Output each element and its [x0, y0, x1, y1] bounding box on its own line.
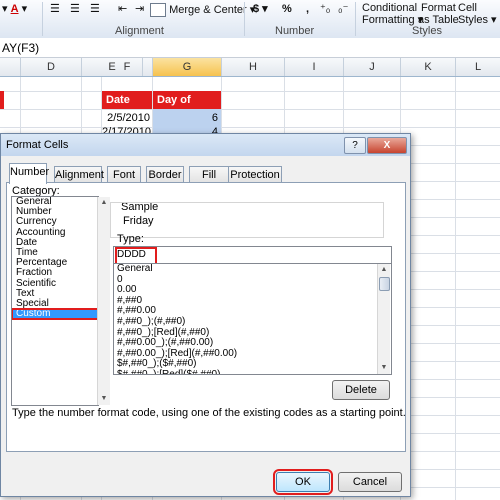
date-header-cell[interactable]: Date [102, 91, 152, 109]
formula-bar[interactable]: AY(F3) [0, 38, 500, 58]
close-button[interactable]: X [367, 137, 407, 154]
column-header-l[interactable]: L [456, 58, 500, 76]
cell-styles-line2: Styles [458, 14, 488, 26]
tab-number[interactable]: Number [9, 163, 49, 184]
column-headers: D E F G H I J K L [0, 58, 500, 77]
dialog-title-bar[interactable]: Format Cells ? X [1, 134, 410, 156]
partial-red-cell [0, 91, 4, 109]
category-item[interactable]: Custom [12, 308, 98, 321]
grid-row-line [0, 127, 500, 128]
ribbon: ▾ A ▾ ☰ ☰ ☰ ⇤ ⇥ Merge & Center ▾ Alignme… [0, 0, 500, 39]
format-code-item[interactable]: $#,##0_);[Red]($#,##0) [114, 369, 391, 374]
percent-button[interactable]: % [282, 3, 292, 15]
format-as-table-button[interactable]: Format as Table [418, 2, 459, 26]
format-cells-dialog: Format Cells ? X Number Alignment Font B… [0, 133, 411, 497]
category-scrollbar[interactable]: ▲ ▼ [97, 197, 110, 405]
currency-button[interactable]: $ ▾ [253, 3, 268, 15]
sample-value: Friday [123, 215, 154, 227]
day-of-week-header-cell[interactable]: Day of Week [153, 91, 221, 124]
scroll-down-icon[interactable]: ▼ [98, 393, 110, 405]
comma-button[interactable]: , [306, 3, 309, 15]
increase-decimal-icon[interactable]: ⁺₀ [320, 3, 330, 15]
type-input-value: DDDD [117, 249, 146, 260]
column-header-stub [0, 58, 21, 76]
alignment-group-label: Alignment [115, 25, 164, 37]
format-code-item[interactable]: 0.00 [114, 285, 391, 296]
currency-symbol: $ [253, 3, 260, 15]
scroll-up-icon[interactable]: ▲ [378, 264, 390, 276]
column-header-k[interactable]: K [401, 58, 456, 76]
format-list-scrollbar[interactable]: ▲ ▼ [377, 264, 390, 374]
tab-border[interactable]: Border [146, 166, 184, 183]
scroll-up-icon[interactable]: ▲ [98, 197, 110, 209]
tab-protection[interactable]: Protection [228, 166, 282, 183]
grid-row-line [0, 91, 500, 92]
column-header-f[interactable]: F [102, 58, 153, 76]
category-item[interactable]: Fraction [12, 268, 98, 278]
font-color-icon[interactable]: ▾ A ▾ [2, 3, 27, 15]
sample-box: Friday [110, 202, 384, 238]
column-header-d[interactable]: D [21, 58, 82, 76]
cell-styles-button[interactable]: Cell Styles ▾ [458, 2, 497, 26]
format-code-item[interactable]: General [114, 264, 391, 275]
decrease-decimal-icon[interactable]: ₀⁻ [338, 3, 348, 15]
tab-fill[interactable]: Fill [189, 166, 229, 183]
scroll-down-icon[interactable]: ▼ [378, 362, 390, 374]
scroll-thumb[interactable] [379, 277, 390, 291]
category-list[interactable]: General Number Currency Accounting Date Time P… [11, 196, 99, 406]
grid-row-line [0, 109, 500, 110]
type-input[interactable]: DDDD [113, 246, 392, 265]
align-right-icon[interactable]: ☰ [90, 3, 100, 15]
format-code-item[interactable]: #,##0_);(#,##0) [114, 316, 391, 328]
merge-icon [150, 3, 166, 17]
cancel-button[interactable]: Cancel [338, 472, 402, 492]
conditional-line1: Conditional [362, 2, 418, 14]
tab-font[interactable]: Font [107, 166, 141, 183]
conditional-formatting-button[interactable]: Conditional Formatting ▾ [362, 2, 423, 26]
cell-styles-line1: Cell [458, 2, 477, 14]
help-button[interactable]: ? [344, 137, 366, 154]
align-center-icon[interactable]: ☰ [70, 3, 80, 15]
formula-text: AY(F3) [2, 41, 40, 55]
merge-center-label: Merge & Center [169, 3, 247, 16]
format-table-line1: Format [420, 2, 456, 14]
column-header-j[interactable]: J [344, 58, 401, 76]
format-code-item[interactable]: 0 [114, 274, 391, 286]
merge-center-button[interactable]: Merge & Center ▾ [150, 3, 255, 17]
column-header-h[interactable]: H [222, 58, 285, 76]
delete-button[interactable]: Delete [332, 380, 390, 400]
format-code-list[interactable]: General 0 0.00 #,##0 #,##0.00 #,##0_);(#,##0)… [113, 263, 392, 375]
dialog-title: Format Cells [6, 139, 69, 151]
hint-text: Type the number format code, using one o… [12, 407, 406, 419]
align-left-icon[interactable]: ☰ [50, 3, 60, 15]
conditional-line2: Formatting [362, 14, 415, 26]
increase-indent-icon[interactable]: ⇥ [135, 3, 144, 15]
decrease-indent-icon[interactable]: ⇤ [118, 3, 127, 15]
number-group-label: Number [275, 25, 315, 37]
column-header-i[interactable]: I [285, 58, 344, 76]
ok-button[interactable]: OK [273, 469, 333, 495]
column-header-g[interactable]: G [153, 58, 222, 76]
type-label: Type: [117, 233, 144, 245]
tab-alignment[interactable]: Alignment [54, 166, 104, 183]
styles-group-label: Styles [412, 25, 442, 37]
